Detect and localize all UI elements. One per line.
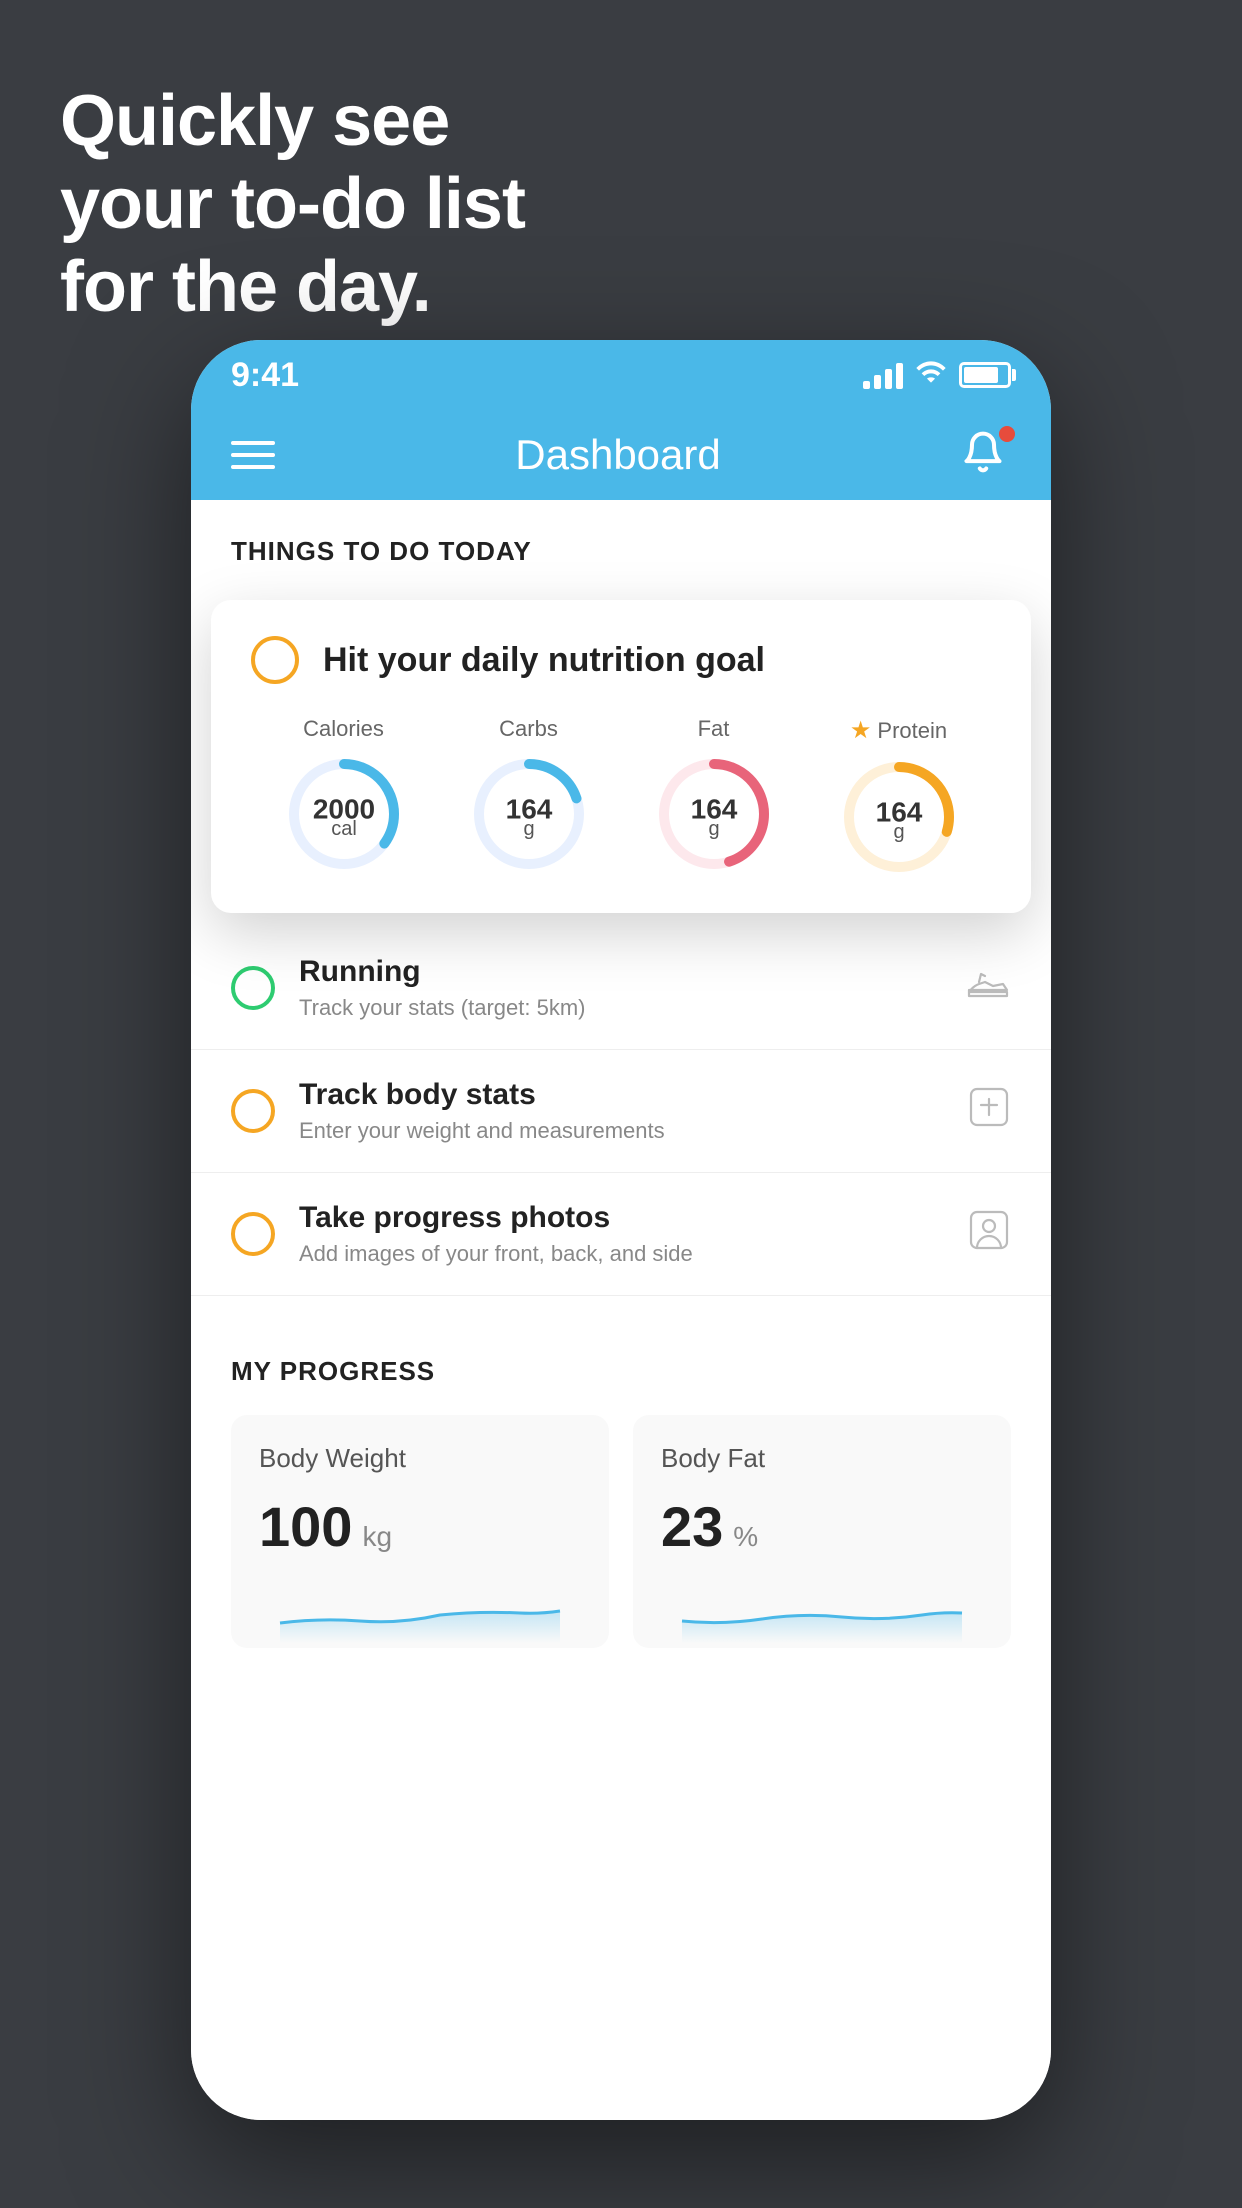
nav-bar: Dashboard	[191, 410, 1051, 500]
fat-label: Fat	[698, 716, 730, 742]
body-weight-value: 100	[259, 1494, 352, 1559]
status-icons	[863, 358, 1011, 393]
nav-title: Dashboard	[515, 431, 720, 479]
svg-text:g: g	[708, 818, 719, 840]
status-time: 9:41	[231, 356, 299, 395]
body-fat-title: Body Fat	[661, 1443, 983, 1474]
star-icon: ★	[850, 716, 872, 745]
hero-line1: Quickly see	[60, 80, 525, 163]
body-stats-subtitle: Enter your weight and measurements	[299, 1118, 943, 1144]
svg-text:g: g	[893, 821, 904, 843]
protein-label: Protein	[877, 718, 947, 744]
wifi-icon	[915, 358, 947, 393]
svg-text:cal: cal	[331, 818, 357, 840]
running-shoe-icon	[967, 966, 1011, 1010]
running-title: Running	[299, 955, 943, 989]
body-fat-value: 23	[661, 1494, 723, 1559]
notification-dot	[999, 426, 1015, 442]
battery-icon	[959, 362, 1011, 388]
body-stats-title: Track body stats	[299, 1078, 943, 1112]
nutrition-carbs: Carbs 164 g	[469, 716, 589, 874]
nutrition-fat: Fat 164 g	[654, 716, 774, 874]
nutrition-card-title: Hit your daily nutrition goal	[323, 641, 765, 680]
things-section-label: THINGS TO DO TODAY	[191, 500, 1051, 587]
spacer	[191, 1296, 1051, 1356]
carbs-chart: 164 g	[469, 754, 589, 874]
body-weight-unit: kg	[362, 1521, 392, 1553]
protein-chart: 164 g	[839, 757, 959, 877]
svg-text:g: g	[523, 818, 534, 840]
photos-subtitle: Add images of your front, back, and side	[299, 1241, 943, 1267]
todo-item-body-stats[interactable]: Track body stats Enter your weight and m…	[191, 1050, 1051, 1173]
carbs-label: Carbs	[499, 716, 558, 742]
notification-bell-button[interactable]	[961, 430, 1011, 480]
nutrition-circles: Calories 2000 cal Carbs 164 g	[251, 716, 991, 877]
body-weight-title: Body Weight	[259, 1443, 581, 1474]
todo-item-running[interactable]: Running Track your stats (target: 5km)	[191, 927, 1051, 1050]
body-weight-chart	[259, 1583, 581, 1643]
photos-title: Take progress photos	[299, 1201, 943, 1235]
todo-item-photos[interactable]: Take progress photos Add images of your …	[191, 1173, 1051, 1296]
body-fat-card[interactable]: Body Fat 23 %	[633, 1415, 1011, 1648]
calories-label: Calories	[303, 716, 384, 742]
nutrition-checkbox[interactable]	[251, 636, 299, 684]
status-bar: 9:41	[191, 340, 1051, 410]
hero-text: Quickly see your to-do list for the day.	[60, 80, 525, 328]
signal-bars-icon	[863, 361, 903, 389]
nutrition-card: Hit your daily nutrition goal Calories 2…	[211, 600, 1031, 913]
hero-line2: your to-do list	[60, 163, 525, 246]
phone-content: THINGS TO DO TODAY Hit your daily nutrit…	[191, 500, 1051, 2120]
nutrition-calories: Calories 2000 cal	[284, 716, 404, 874]
progress-section-label: MY PROGRESS	[231, 1356, 1011, 1387]
body-weight-card[interactable]: Body Weight 100 kg	[231, 1415, 609, 1648]
body-fat-chart	[661, 1583, 983, 1643]
person-photo-icon	[967, 1208, 1011, 1260]
scale-icon	[967, 1085, 1011, 1137]
fat-chart: 164 g	[654, 754, 774, 874]
running-checkbox[interactable]	[231, 966, 275, 1010]
body-fat-unit: %	[733, 1521, 758, 1553]
hero-line3: for the day.	[60, 246, 525, 329]
photos-checkbox[interactable]	[231, 1212, 275, 1256]
progress-cards: Body Weight 100 kg	[231, 1415, 1011, 1648]
running-subtitle: Track your stats (target: 5km)	[299, 995, 943, 1021]
calories-chart: 2000 cal	[284, 754, 404, 874]
hamburger-menu[interactable]	[231, 441, 275, 469]
nutrition-protein: ★ Protein 164 g	[839, 716, 959, 877]
body-stats-checkbox[interactable]	[231, 1089, 275, 1133]
phone-mockup: 9:41 Da	[191, 340, 1051, 2120]
progress-section: MY PROGRESS Body Weight 100 kg	[191, 1356, 1051, 1648]
